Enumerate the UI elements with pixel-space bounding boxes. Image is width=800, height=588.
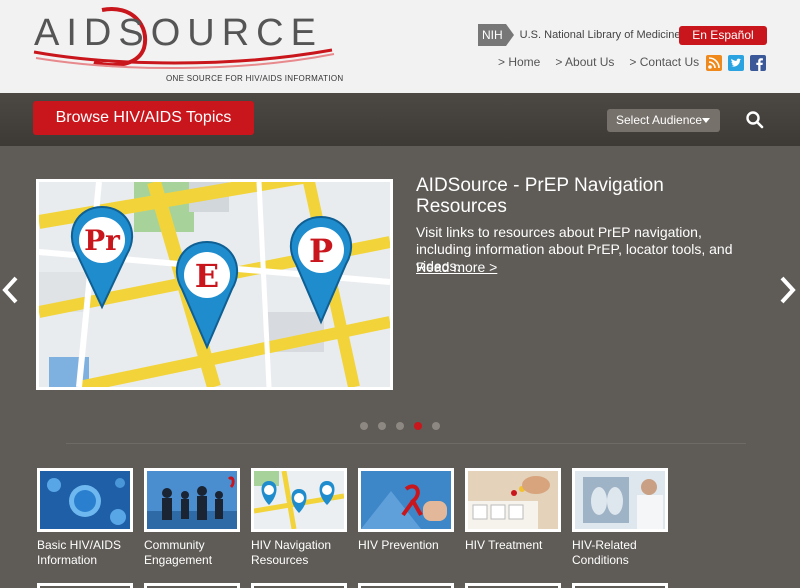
logo-tagline: ONE SOURCE FOR HIV/AIDS INFORMATION <box>166 74 344 83</box>
topic-tile-partial[interactable] <box>572 583 668 588</box>
hiv-navigation-thumbnail <box>251 468 347 532</box>
site-header: AIDSOURCE ONE SOURCE FOR HIV/AIDS INFORM… <box>0 0 800 93</box>
about-us-link[interactable]: > About Us <box>555 55 614 69</box>
carousel-next-icon[interactable] <box>776 274 798 306</box>
facebook-icon[interactable] <box>750 55 766 71</box>
social-icons <box>706 55 766 71</box>
topic-tile-navigation[interactable]: HIV Navigation Resources <box>251 468 347 568</box>
community-thumbnail <box>144 468 240 532</box>
topic-tile-partial[interactable] <box>358 583 454 588</box>
treatment-thumbnail <box>465 468 561 532</box>
carousel-dot[interactable] <box>360 422 368 430</box>
virus-thumbnail <box>37 468 133 532</box>
tile-label: HIV Treatment <box>465 538 543 552</box>
nih-link[interactable]: NIH U.S. National Library of Medicine <box>478 24 680 46</box>
svg-text:Pr: Pr <box>84 224 121 257</box>
svg-text:P: P <box>309 232 333 270</box>
tile-label: Community Engagement <box>144 538 213 567</box>
topic-tiles-row-2 <box>37 583 668 588</box>
rss-icon[interactable] <box>706 55 722 71</box>
tile-label: HIV-Related Conditions <box>572 538 637 567</box>
select-audience-label: Select Audience <box>616 113 703 127</box>
nlm-label: U.S. National Library of Medicine <box>519 29 681 41</box>
main-navbar: Browse HIV/AIDS Topics Select Audience <box>0 93 800 146</box>
contact-us-link[interactable]: > Contact Us <box>629 55 699 69</box>
browse-topics-button[interactable]: Browse HIV/AIDS Topics <box>33 101 254 135</box>
tile-label: HIV Prevention <box>358 538 439 552</box>
caret-down-icon <box>702 118 710 123</box>
twitter-icon[interactable] <box>728 55 744 71</box>
section-divider <box>66 443 746 444</box>
topic-tile-partial[interactable] <box>144 583 240 588</box>
topic-tile-partial[interactable] <box>251 583 347 588</box>
tile-label: Basic HIV/AIDS Information <box>37 538 122 567</box>
carousel-prev-icon[interactable] <box>0 274 22 306</box>
slide-title[interactable]: AIDSource - PrEP Navigation Resources <box>416 175 746 217</box>
topic-tiles: Basic HIV/AIDS Information Community Eng… <box>37 468 668 568</box>
topic-tile-partial[interactable] <box>37 583 133 588</box>
topic-tile-partial[interactable] <box>465 583 561 588</box>
logo-wordmark: AIDSOURCE <box>34 12 323 54</box>
carousel-dot[interactable] <box>378 422 386 430</box>
search-icon[interactable] <box>745 110 765 130</box>
featured-carousel: Pr E P AIDSource - PrEP Navigation Resou… <box>0 146 800 446</box>
prevention-thumbnail <box>358 468 454 532</box>
aidsource-logo[interactable]: AIDSOURCE ONE SOURCE FOR HIV/AIDS INFORM… <box>32 6 344 86</box>
slide-image-prep-map[interactable]: Pr E P <box>36 179 393 390</box>
select-audience-dropdown[interactable]: Select Audience <box>607 109 720 132</box>
home-link[interactable]: > Home <box>498 55 540 69</box>
top-links: > Home > About Us > Contact Us <box>498 55 714 69</box>
topic-tile-community[interactable]: Community Engagement <box>144 468 240 568</box>
topic-tile-conditions[interactable]: HIV-Related Conditions <box>572 468 668 568</box>
carousel-dot[interactable] <box>432 422 440 430</box>
carousel-dot[interactable] <box>396 422 404 430</box>
carousel-dots <box>360 422 440 430</box>
topic-tile-basic-info[interactable]: Basic HIV/AIDS Information <box>37 468 133 568</box>
svg-text:E: E <box>195 257 219 295</box>
conditions-thumbnail <box>572 468 668 532</box>
carousel-dot-active[interactable] <box>414 422 422 430</box>
topic-tile-prevention[interactable]: HIV Prevention <box>358 468 454 568</box>
nih-badge: NIH <box>478 24 514 46</box>
tile-label: HIV Navigation Resources <box>251 538 332 567</box>
espanol-button[interactable]: En Español <box>679 26 767 45</box>
read-more-link[interactable]: Read more > <box>416 259 497 275</box>
topic-tile-treatment[interactable]: HIV Treatment <box>465 468 561 568</box>
